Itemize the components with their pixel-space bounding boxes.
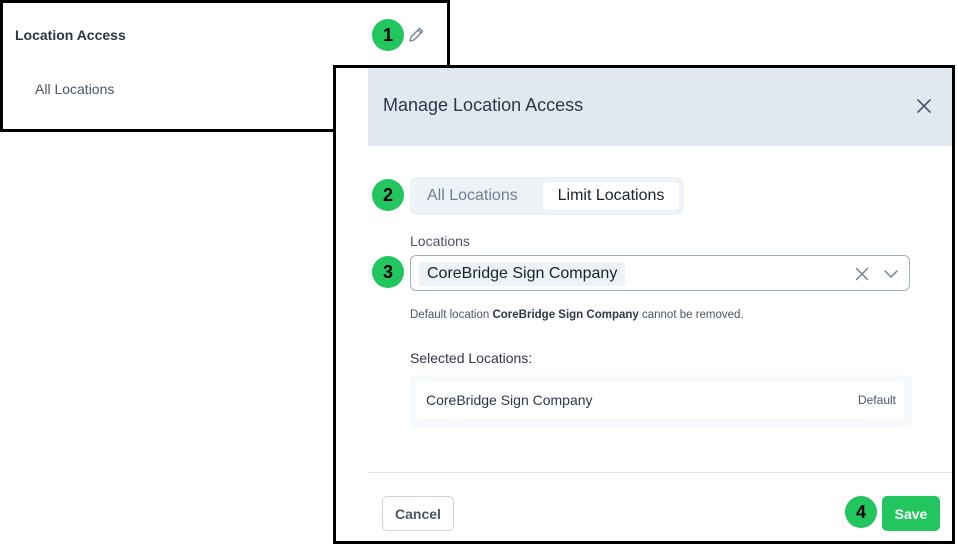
step-badge-2: 2 xyxy=(372,179,404,211)
location-access-title: Location Access xyxy=(15,27,126,43)
modal-title: Manage Location Access xyxy=(383,95,584,115)
selected-location-name: CoreBridge Sign Company xyxy=(426,392,593,408)
default-badge: Default xyxy=(857,393,896,407)
option-limit-locations[interactable]: Limit Locations xyxy=(543,182,679,210)
location-access-value: All Locations xyxy=(35,81,115,97)
selected-locations-list: CoreBridge Sign Company Default xyxy=(410,375,912,428)
help-text: Default location CoreBridge Sign Company… xyxy=(410,309,744,321)
manage-location-access-modal: Manage Location Access All Locations Lim… xyxy=(333,65,955,544)
pencil-icon[interactable] xyxy=(407,26,425,44)
step-badge-3: 3 xyxy=(372,256,404,288)
option-all-locations[interactable]: All Locations xyxy=(415,182,530,210)
step-badge-4: 4 xyxy=(845,496,877,528)
selected-locations-title: Selected Locations: xyxy=(410,350,533,366)
step-badge-1: 1 xyxy=(372,19,404,51)
list-item: CoreBridge Sign Company Default xyxy=(416,382,904,418)
footer-divider xyxy=(368,472,952,473)
locations-label: Locations xyxy=(410,233,470,249)
location-mode-toggle: All Locations Limit Locations xyxy=(410,177,684,215)
locations-select[interactable]: CoreBridge Sign Company xyxy=(410,255,910,291)
close-icon[interactable] xyxy=(916,98,932,114)
clear-icon[interactable] xyxy=(855,267,869,281)
modal-header: Manage Location Access xyxy=(368,68,952,146)
chevron-down-icon[interactable] xyxy=(883,268,899,280)
cancel-button[interactable]: Cancel xyxy=(382,496,454,531)
help-text-location: CoreBridge Sign Company xyxy=(492,309,639,321)
save-button[interactable]: Save xyxy=(882,496,940,531)
selected-location-chip: CoreBridge Sign Company xyxy=(419,262,626,286)
